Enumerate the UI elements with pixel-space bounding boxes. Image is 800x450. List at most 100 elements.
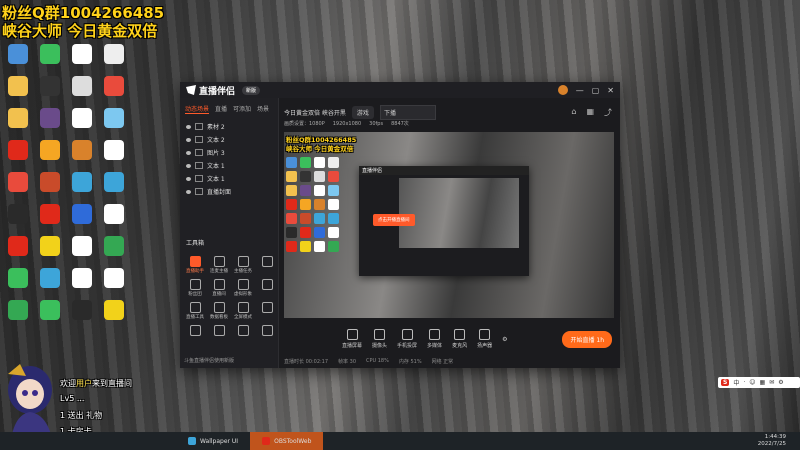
tool-button[interactable]: 直播助手 bbox=[184, 254, 206, 276]
sogou-icon[interactable]: S bbox=[721, 379, 730, 386]
close-icon[interactable]: ✕ bbox=[607, 86, 614, 95]
tool-button[interactable] bbox=[256, 277, 278, 299]
status-input[interactable]: 下播 bbox=[379, 104, 436, 120]
desktop-icon[interactable] bbox=[66, 234, 98, 266]
desktop-icon[interactable] bbox=[66, 138, 98, 170]
source-button[interactable]: 扬声器 bbox=[477, 329, 492, 349]
source-button[interactable]: 摄像头 bbox=[372, 329, 387, 349]
tab-3[interactable]: 场景 bbox=[257, 104, 269, 114]
tool-button[interactable]: 数据看板 bbox=[208, 300, 230, 322]
settings-icon[interactable]: ⚙ bbox=[502, 336, 507, 343]
tab-1[interactable]: 直播 bbox=[215, 104, 227, 114]
streaming-app-window[interactable]: 直播伴侣 新版 — ▢ ✕ 动态场景 直播 可添加 场景 素材 2 文本 2 图片 3 文本… bbox=[180, 82, 620, 368]
desktop-icon[interactable] bbox=[66, 42, 98, 74]
eye-icon[interactable] bbox=[186, 163, 191, 168]
lock-icon[interactable] bbox=[195, 123, 203, 130]
tool-button[interactable]: 直播工具 bbox=[184, 300, 206, 322]
desktop-icon[interactable] bbox=[34, 266, 66, 298]
desktop-icon[interactable] bbox=[66, 74, 98, 106]
source-button[interactable]: 直播屏幕 bbox=[342, 329, 362, 349]
tool-button[interactable] bbox=[256, 300, 278, 322]
desktop-icon[interactable] bbox=[34, 202, 66, 234]
tool-button[interactable]: 主播任务 bbox=[232, 254, 254, 276]
category-pill[interactable]: 游戏 bbox=[351, 105, 374, 119]
eye-icon[interactable] bbox=[186, 124, 191, 129]
lock-icon[interactable] bbox=[195, 136, 203, 143]
scene-item[interactable]: 文本 1 bbox=[180, 159, 278, 172]
ime-toolbar[interactable]: S 中 · ☺ ▦ ✉ ⚙ bbox=[718, 377, 800, 388]
start-live-button[interactable]: 开始直播 1h bbox=[562, 330, 612, 348]
desktop-icon[interactable] bbox=[66, 298, 98, 330]
lock-icon[interactable] bbox=[195, 162, 203, 169]
desktop-icon[interactable] bbox=[98, 234, 130, 266]
tool-button[interactable] bbox=[256, 254, 278, 276]
desktop-icon[interactable] bbox=[2, 202, 34, 234]
source-button[interactable]: 多媒体 bbox=[427, 329, 442, 349]
tool-button[interactable]: 粉丝团 bbox=[184, 277, 206, 299]
desktop-icon[interactable] bbox=[98, 74, 130, 106]
tool-button[interactable] bbox=[208, 323, 230, 345]
maximize-icon[interactable]: ▢ bbox=[592, 86, 600, 95]
desktop-icon[interactable] bbox=[66, 202, 98, 234]
scene-item[interactable]: 素材 2 bbox=[180, 120, 278, 133]
taskbar-app[interactable]: Wallpaper UI bbox=[176, 432, 250, 450]
minimize-icon[interactable]: — bbox=[576, 86, 584, 95]
desktop-icon[interactable] bbox=[34, 42, 66, 74]
tool-button[interactable] bbox=[232, 323, 254, 345]
desktop-icon[interactable] bbox=[98, 170, 130, 202]
lock-icon[interactable] bbox=[195, 149, 203, 156]
tool-button[interactable] bbox=[256, 323, 278, 345]
ime-item[interactable]: ✉ bbox=[769, 379, 774, 386]
lock-icon[interactable] bbox=[195, 188, 203, 195]
tool-button[interactable]: 虚拟形象 bbox=[232, 277, 254, 299]
desktop-icon[interactable] bbox=[2, 298, 34, 330]
tool-button[interactable]: 全屏模式 bbox=[232, 300, 254, 322]
desktop-icon[interactable] bbox=[34, 138, 66, 170]
lock-icon[interactable] bbox=[195, 175, 203, 182]
desktop-icon[interactable] bbox=[34, 106, 66, 138]
eye-icon[interactable] bbox=[186, 189, 191, 194]
grid-icon[interactable]: ▦ bbox=[586, 107, 594, 118]
tool-button[interactable]: 连麦主播 bbox=[208, 254, 230, 276]
desktop-icon[interactable] bbox=[98, 298, 130, 330]
ime-item[interactable]: ⚙ bbox=[778, 379, 783, 386]
ime-item[interactable]: ☺ bbox=[749, 379, 755, 386]
scene-item[interactable]: 文本 1 bbox=[180, 172, 278, 185]
desktop-icon[interactable] bbox=[66, 170, 98, 202]
eye-icon[interactable] bbox=[186, 150, 191, 155]
system-clock[interactable]: 1:44:39 2022/7/25 bbox=[758, 434, 800, 448]
ime-item[interactable]: ▦ bbox=[760, 379, 766, 386]
desktop-icon[interactable] bbox=[98, 106, 130, 138]
desktop-icon[interactable] bbox=[98, 266, 130, 298]
desktop-icon[interactable] bbox=[2, 170, 34, 202]
scene-item[interactable]: 直播封面 bbox=[180, 185, 278, 198]
share-icon[interactable]: ⤴ bbox=[604, 107, 612, 118]
app-titlebar[interactable]: 直播伴侣 新版 — ▢ ✕ bbox=[180, 82, 620, 98]
desktop-icon[interactable] bbox=[2, 74, 34, 106]
desktop-icon[interactable] bbox=[98, 202, 130, 234]
desktop-icon[interactable] bbox=[2, 138, 34, 170]
tab-2[interactable]: 可添加 bbox=[233, 104, 251, 114]
scene-item[interactable]: 图片 3 bbox=[180, 146, 278, 159]
stream-preview[interactable]: 粉丝Q群1004266485 峡谷大师 今日黄金双倍 直播伴侣 点击开播直播间 bbox=[284, 132, 614, 318]
stream-title[interactable]: 今日黄金双倍 峡谷开黑 bbox=[284, 108, 346, 117]
desktop-icon[interactable] bbox=[66, 266, 98, 298]
desktop-icon[interactable] bbox=[34, 234, 66, 266]
tab-0[interactable]: 动态场景 bbox=[185, 104, 210, 114]
desktop-icon[interactable] bbox=[2, 42, 34, 74]
source-button[interactable]: 麦克风 bbox=[452, 329, 467, 349]
tool-button[interactable]: 直播间 bbox=[208, 277, 230, 299]
desktop-icon[interactable] bbox=[34, 298, 66, 330]
eye-icon[interactable] bbox=[186, 176, 191, 181]
gift-icon[interactable]: ⌂ bbox=[571, 107, 576, 118]
ime-item[interactable]: · bbox=[743, 379, 745, 386]
ime-item[interactable]: 中 bbox=[733, 378, 739, 387]
scene-item[interactable]: 文本 2 bbox=[180, 133, 278, 146]
desktop-icon[interactable] bbox=[34, 74, 66, 106]
desktop-icon[interactable] bbox=[2, 234, 34, 266]
desktop-icon[interactable] bbox=[98, 42, 130, 74]
desktop-icon[interactable] bbox=[98, 138, 130, 170]
avatar[interactable] bbox=[557, 85, 568, 95]
tool-button[interactable] bbox=[184, 323, 206, 345]
eye-icon[interactable] bbox=[186, 137, 191, 142]
